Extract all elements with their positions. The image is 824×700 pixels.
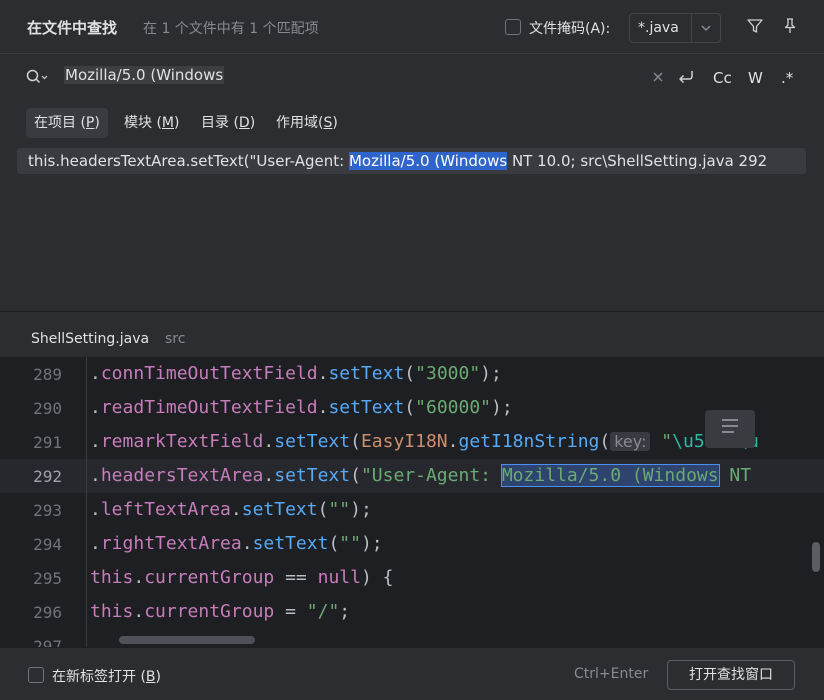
chevron-down-icon[interactable] — [698, 20, 714, 36]
file-mask-value[interactable]: *.java — [638, 20, 679, 36]
parameter-hint: key: — [610, 432, 651, 451]
indent-guide — [86, 357, 87, 647]
code-line-289: 289 .connTimeOutTextField.setText("3000"… — [0, 357, 824, 391]
preview-dir: src — [165, 331, 186, 347]
code-line-296: 296 this.currentGroup = "/"; — [0, 595, 824, 629]
result-match: Mozilla/5.0 (Windows — [348, 152, 508, 170]
code-line-291: 291 .remarkTextField.setText(EasyI18N.ge… — [0, 425, 824, 459]
line-number: 289 — [33, 365, 62, 384]
tab-directory[interactable]: 目录 (D) — [193, 108, 263, 138]
search-input[interactable]: Mozilla/5.0 (Windows — [64, 66, 225, 84]
open-in-new-tab-checkbox[interactable] — [28, 667, 44, 683]
words-button[interactable]: W — [748, 69, 763, 87]
code-line-290: 290 .readTimeOutTextField.setText("60000… — [0, 391, 824, 425]
find-in-files-header: 在文件中查找 在 1 个文件中有 1 个匹配项 文件掩码(A): *.java — [0, 0, 824, 54]
results-list: this.headersTextArea.setText("User-Agent… — [0, 146, 824, 312]
open-in-new-tab-label: 在新标签打开 (B) — [52, 669, 161, 685]
line-number: 292 — [33, 467, 62, 486]
scope-tabs: 在项目 (P) 模块 (M) 目录 (D) 作用域(S) — [0, 108, 824, 138]
clear-icon[interactable] — [652, 71, 664, 83]
horizontal-scrollbar[interactable] — [119, 636, 255, 644]
line-number: 293 — [33, 501, 62, 520]
open-find-window-button[interactable]: 打开查找窗口 — [667, 660, 795, 690]
match-summary: 在 1 个文件中有 1 个匹配项 — [143, 21, 319, 37]
line-number: 296 — [33, 603, 62, 622]
result-row[interactable]: this.headersTextArea.setText("User-Agent… — [17, 148, 806, 174]
line-number: 295 — [33, 569, 62, 588]
preview-file-name: ShellSetting.java — [31, 331, 150, 347]
search-row: Mozilla/5.0 (Windows Cc W .* — [0, 54, 824, 100]
filter-icon[interactable] — [746, 17, 764, 35]
file-mask-combo[interactable]: *.java — [629, 13, 721, 43]
new-line-icon[interactable] — [677, 68, 696, 86]
combo-divider — [691, 14, 692, 42]
result-location: src\ShellSetting.java 292 — [580, 152, 768, 170]
soft-wrap-icon — [722, 419, 738, 433]
code-line-292: 292 .headersTextArea.setText("User-Agent… — [0, 459, 824, 493]
tab-project[interactable]: 在项目 (P) — [26, 108, 108, 138]
soft-wrap-button[interactable] — [705, 410, 755, 448]
tab-module[interactable]: 模块 (M) — [116, 108, 187, 138]
code-line-295: 295 this.currentGroup == null) { — [0, 561, 824, 595]
file-mask-label: 文件掩码(A): — [529, 21, 611, 37]
shortcut-hint: Ctrl+Enter — [574, 666, 649, 682]
line-number: 297 — [33, 637, 62, 647]
line-number: 291 — [33, 433, 62, 452]
tab-scope[interactable]: 作用域(S) — [268, 108, 346, 138]
vertical-scrollbar[interactable] — [812, 542, 820, 572]
file-mask-checkbox[interactable] — [505, 19, 521, 35]
preview-header: ShellSetting.java src — [0, 313, 824, 357]
match-case-button[interactable]: Cc — [713, 69, 732, 87]
result-text: this.headersTextArea.setText("User-Agent… — [28, 152, 768, 170]
code-line-293: 293 .leftTextArea.setText(""); — [0, 493, 824, 527]
dialog-footer: 在新标签打开 (B) Ctrl+Enter 打开查找窗口 — [0, 647, 824, 700]
dialog-title: 在文件中查找 — [27, 19, 118, 37]
code-match-highlight: Mozilla/5.0 (Windows — [500, 464, 720, 487]
search-icon[interactable] — [25, 68, 49, 86]
line-number: 290 — [33, 399, 62, 418]
code-preview[interactable]: 289 .connTimeOutTextField.setText("3000"… — [0, 357, 824, 647]
line-number: 294 — [33, 535, 62, 554]
code-line-294: 294 .rightTextArea.setText(""); — [0, 527, 824, 561]
pin-icon[interactable] — [781, 17, 799, 35]
regex-button[interactable]: .* — [781, 69, 793, 87]
